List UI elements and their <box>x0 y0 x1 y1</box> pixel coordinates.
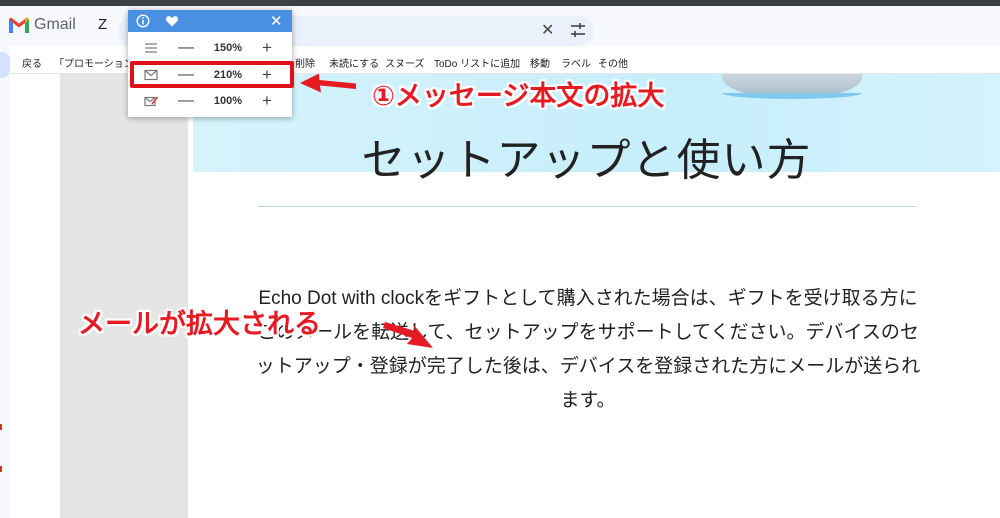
heart-icon[interactable] <box>165 14 179 28</box>
zoom-row-compose: — 100% + <box>128 90 292 112</box>
more-button[interactable]: その他 <box>598 55 628 70</box>
email-body-line: ットアップ・登録が完了した後は、デバイスを登録された方にメールが送られ <box>255 356 921 377</box>
label-button[interactable]: ラベル <box>561 55 591 70</box>
search-clear-icon[interactable]: ✕ <box>541 20 554 40</box>
snooze-button[interactable]: スヌーズ <box>385 55 425 70</box>
annotation-message-zoom: ①メッセージ本文の拡大 <box>372 81 665 111</box>
rail-marker <box>0 466 2 472</box>
zoom-in-button[interactable]: + <box>262 91 272 111</box>
echo-dot-image <box>722 74 862 99</box>
add-to-todo-button[interactable]: ToDo リストに追加 <box>434 55 520 70</box>
active-nav-indicator[interactable] <box>0 52 10 78</box>
zoom-out-button[interactable]: — <box>178 39 194 57</box>
left-rail <box>0 46 10 518</box>
gmail-logo-icon[interactable] <box>8 16 30 34</box>
email-margin-panel <box>60 74 188 518</box>
annotation-mail-enlarged: メールが拡大される <box>78 309 321 339</box>
gmail-app-name[interactable]: Gmail <box>34 16 76 34</box>
email-heading: セットアップと使い方 <box>361 136 812 185</box>
annotation-arrow <box>300 74 356 93</box>
email-body: Echo Dot with clockをギフトとして購入された場合は、ギフトを受… <box>208 282 968 418</box>
back-button[interactable]: 戻る <box>22 55 42 70</box>
zoom-in-button[interactable]: + <box>262 38 272 58</box>
email-body-line: このメールを転送して、セットアップをサポートしてください。デバイスのセ <box>257 322 919 343</box>
search-text: Z <box>98 16 108 33</box>
close-icon[interactable]: ✕ <box>270 12 283 30</box>
speaker-light-ring <box>722 93 862 99</box>
zoom-out-button[interactable]: — <box>178 92 194 110</box>
compose-icon <box>144 96 158 107</box>
delete-button[interactable]: 削除 <box>295 55 315 70</box>
rail-marker <box>0 424 2 430</box>
info-icon[interactable] <box>136 14 150 28</box>
highlight-box <box>130 61 294 88</box>
tune-icon[interactable] <box>570 22 586 38</box>
popup-header: ✕ <box>128 10 292 32</box>
email-body-line: Echo Dot with clockをギフトとして購入された場合は、ギフトを受… <box>258 288 918 309</box>
zoom-row-list: — 150% + <box>128 37 292 59</box>
zoom-value: 100% <box>213 95 243 107</box>
mark-unread-button[interactable]: 未読にする <box>329 55 379 70</box>
list-icon <box>145 43 157 53</box>
zoom-value: 150% <box>213 42 243 54</box>
heading-divider <box>258 206 916 207</box>
annotation-arrow <box>383 322 433 348</box>
move-button[interactable]: 移動 <box>530 55 550 70</box>
email-body-line: ます。 <box>560 390 616 411</box>
